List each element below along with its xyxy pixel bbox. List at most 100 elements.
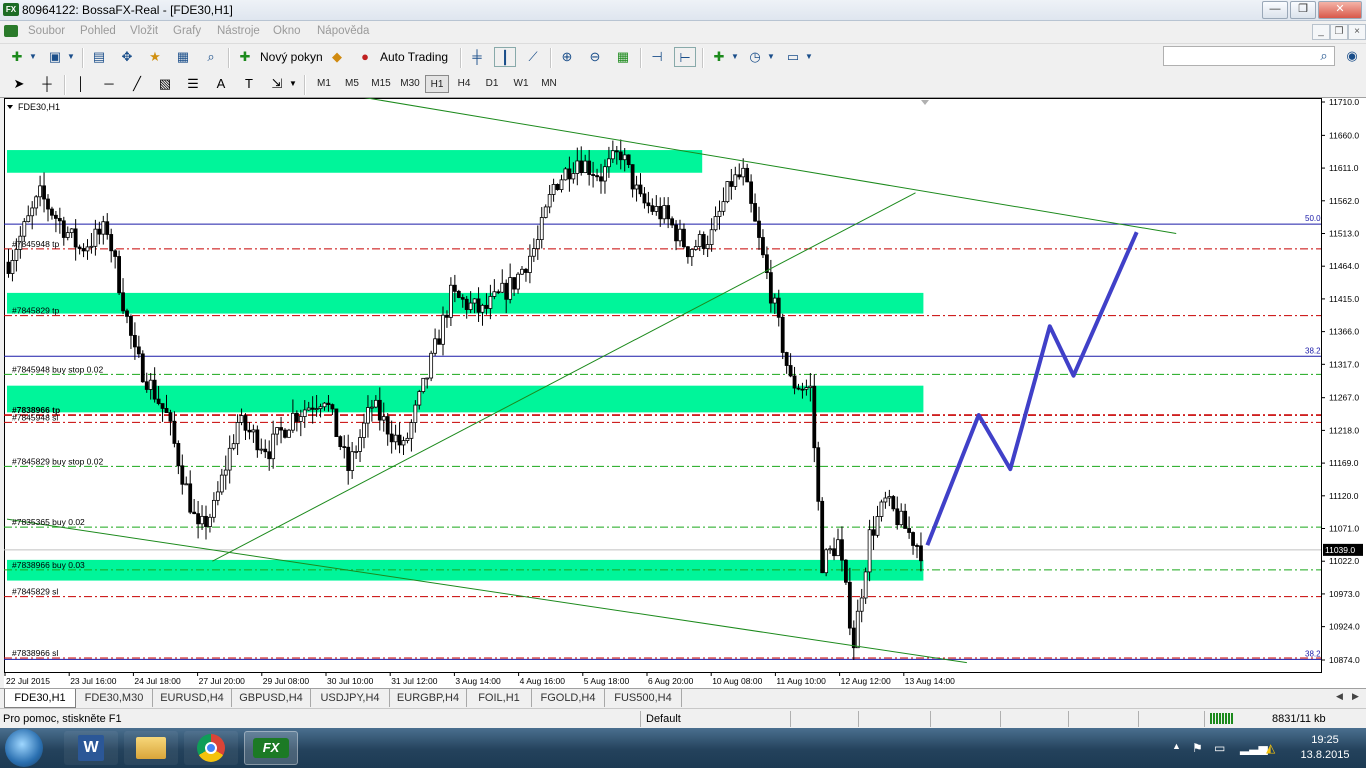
start-button[interactable] [5, 729, 43, 767]
y-axis-label: 11120.0 [1329, 491, 1359, 501]
fibonacci-icon[interactable]: ☰ [182, 74, 204, 94]
close-button[interactable]: ✕ [1318, 1, 1362, 19]
text-icon[interactable]: A [210, 74, 232, 94]
candle-body [140, 353, 145, 383]
menu-nastroje[interactable]: Nástroje [217, 25, 260, 37]
market-watch-icon[interactable]: ▤ [88, 47, 110, 67]
mdi-minimize-icon[interactable]: _ [1312, 24, 1330, 40]
indicators-dropdown-icon[interactable]: ▼ [724, 47, 746, 67]
horizontal-line-icon[interactable]: ─ [98, 74, 120, 94]
arrows-dropdown-icon[interactable]: ▼ [282, 74, 304, 94]
timeframe-h1[interactable]: H1 [425, 75, 449, 93]
candle-body [895, 508, 900, 526]
tab-eurgbp-h4[interactable]: EURGBP,H4 [390, 689, 467, 707]
taskbar-bossafx[interactable]: FX [244, 731, 298, 765]
taskbar-clock[interactable]: 19:25 13.8.2015 [1290, 733, 1360, 763]
tab-gbpusd-h4[interactable]: GBPUSD,H4 [232, 689, 311, 707]
taskbar-chrome[interactable] [184, 731, 238, 765]
community-icon[interactable]: ◉ [1342, 46, 1362, 66]
tray-expand-icon[interactable]: ▲ [1172, 741, 1181, 751]
chart-window-icon[interactable] [4, 25, 18, 37]
new-order-icon[interactable]: ✚ [234, 47, 256, 67]
candle-body [812, 385, 817, 449]
candle-body [662, 205, 667, 220]
candle-body [294, 412, 299, 422]
candle-body [761, 237, 765, 256]
tab-fde30-m30[interactable]: FDE30,M30 [76, 689, 153, 707]
tile-windows-icon[interactable]: ▦ [612, 47, 634, 67]
mdi-close-icon[interactable]: × [1348, 24, 1366, 40]
templates-dropdown-icon[interactable]: ▼ [798, 47, 820, 67]
new-order-button[interactable]: Nový pokyn [260, 50, 323, 64]
crosshair-icon[interactable]: ┼ [36, 74, 58, 94]
price-chart[interactable]: 50.0 38.2 38.2 #7845948 tp #7845829 tp #78459… [4, 98, 1366, 688]
auto-trading-icon[interactable]: ● [354, 47, 376, 67]
vertical-line-icon[interactable]: │ [70, 74, 92, 94]
periods-dropdown-icon[interactable]: ▼ [760, 47, 782, 67]
tab-usdjpy-h4[interactable]: USDJPY,H4 [311, 689, 390, 707]
equidistant-channel-icon[interactable]: ▧ [154, 74, 176, 94]
menu-napoveda[interactable]: Nápověda [317, 25, 369, 37]
timeframe-m1[interactable]: M1 [311, 75, 337, 93]
tab-fde30-h1[interactable]: FDE30,H1 [4, 689, 76, 708]
candle-body [366, 407, 370, 424]
tab-eurusd-h4[interactable]: EURUSD,H4 [153, 689, 232, 707]
taskbar-word[interactable]: W [64, 731, 118, 765]
trendline-icon[interactable]: ╱ [126, 74, 148, 94]
tab-scroll-right-icon[interactable]: ▶ [1352, 691, 1359, 702]
text-label-icon[interactable]: T [238, 74, 260, 94]
new-chart-dropdown-icon[interactable]: ▼ [22, 47, 44, 67]
tab-scroll-left-icon[interactable]: ◀ [1336, 691, 1343, 702]
menu-vlozit[interactable]: Vložit [130, 25, 158, 37]
tab-foil-h1[interactable]: FOIL,H1 [467, 689, 532, 707]
title-bar: FX 80964122: BossaFX-Real - [FDE30,H1] —… [0, 0, 1366, 21]
candle-body [144, 381, 149, 390]
connection-status-icon[interactable] [1210, 713, 1234, 724]
timeframe-h4[interactable]: H4 [451, 75, 477, 93]
candle-body [488, 296, 493, 309]
candle-body [547, 194, 552, 208]
tray-flag-icon[interactable]: ⚑ [1192, 741, 1203, 755]
timeframe-m15[interactable]: M15 [367, 75, 395, 93]
timeframe-d1[interactable]: D1 [479, 75, 505, 93]
taskbar-explorer[interactable] [124, 731, 178, 765]
bar-chart-icon[interactable]: ╪ [466, 47, 488, 67]
menu-grafy[interactable]: Grafy [173, 25, 201, 37]
menu-soubor[interactable]: Soubor [28, 25, 65, 37]
supply-demand-zone [7, 150, 703, 173]
tray-drive-icon[interactable]: ◭ [1266, 741, 1275, 755]
chart-shift-icon[interactable]: ⊣ [646, 47, 668, 67]
menu-pohled[interactable]: Pohled [80, 25, 116, 37]
metaeditor-icon[interactable]: ◆ [326, 47, 348, 67]
strategy-tester-icon[interactable]: ⌕ [200, 47, 222, 67]
tab-fgold-h4[interactable]: FGOLD,H4 [532, 689, 605, 707]
navigator-icon[interactable]: ★ [144, 47, 166, 67]
data-window-icon[interactable]: ✥ [116, 47, 138, 67]
tray-network-icon[interactable]: ▂▃▅ [1240, 741, 1268, 755]
timeframe-m30[interactable]: M30 [396, 75, 424, 93]
search-input[interactable] [1163, 46, 1335, 66]
auto-trading-button[interactable]: Auto Trading [380, 50, 448, 64]
zoom-out-icon[interactable]: ⊖ [584, 47, 606, 67]
candle-body [614, 150, 619, 153]
tab-fus500-h4[interactable]: FUS500,H4 [605, 689, 682, 707]
mdi-restore-icon[interactable]: ❐ [1330, 24, 1348, 40]
cursor-icon[interactable]: ➤ [8, 74, 30, 94]
search-icon[interactable]: ⌕ [1314, 47, 1334, 65]
candle-body [377, 399, 382, 421]
timeframe-w1[interactable]: W1 [507, 75, 535, 93]
profiles-dropdown-icon[interactable]: ▼ [60, 47, 82, 67]
tray-display-icon[interactable]: ▭ [1214, 741, 1225, 755]
timeframe-mn[interactable]: MN [536, 75, 562, 93]
zoom-in-icon[interactable]: ⊕ [556, 47, 578, 67]
menu-okno[interactable]: Okno [273, 25, 301, 37]
minimize-button[interactable]: — [1262, 1, 1288, 19]
maximize-button[interactable]: ❐ [1290, 1, 1316, 19]
auto-scroll-icon[interactable]: ⊢ [674, 47, 696, 67]
candle-body [705, 244, 710, 249]
terminal-icon[interactable]: ▦ [172, 47, 194, 67]
candlestick-chart-icon[interactable]: ┃ [494, 47, 516, 67]
line-chart-icon[interactable]: ⟋ [522, 47, 544, 67]
fibonacci-level-label: 38.2 [1305, 649, 1321, 658]
timeframe-m5[interactable]: M5 [339, 75, 365, 93]
